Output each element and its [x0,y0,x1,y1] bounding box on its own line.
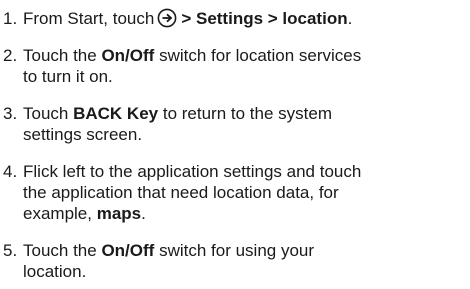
step-4-end: . [141,204,146,223]
step-2-text: Touch the [23,46,102,65]
step-number: 4. [3,162,18,181]
step-2-text-cont: switch for location services [154,46,362,65]
step-4-line-1: Flick left to the application settings a… [23,162,362,181]
step-number: 2. [3,46,18,65]
step-number: 5. [3,241,18,260]
step-text: Touch the On/Off switch for using your l… [23,240,470,282]
step-number: 3. [3,104,18,123]
circled-arrow-right-icon [157,8,177,28]
step-3-text: Touch [23,104,74,123]
step-text: Touch BACK Key to return to the system s… [23,103,470,145]
step-3-text-cont: to return to the system [158,104,332,123]
step-1-text: From Start, touch [23,9,155,28]
step-text: Touch the On/Off switch for location ser… [23,45,470,87]
back-key-label: BACK Key [73,104,159,123]
maps-label: maps [96,204,142,223]
step-5-line-2: location. [23,262,87,281]
step-text: Flick left to the application settings a… [23,161,470,224]
settings-path: > Settings > location [181,9,348,28]
step-2-line-2: to turn it on. [23,67,113,86]
on-off-label: On/Off [101,46,155,65]
step-4-line-2: the application that need location data,… [23,183,339,202]
step-number: 1. [3,9,18,28]
step-text: From Start, touch > Settings > location. [23,8,470,29]
step-1-end: . [347,9,353,28]
step-3-line-2: settings screen. [23,125,143,144]
step-4-line-3: example, [23,204,97,223]
step-5-text-cont: switch for using your [154,241,315,260]
step-5-text: Touch the [23,241,102,260]
on-off-label: On/Off [101,241,155,260]
instruction-steps: 1. From Start, touch > Settings > locatio… [0,0,470,289]
